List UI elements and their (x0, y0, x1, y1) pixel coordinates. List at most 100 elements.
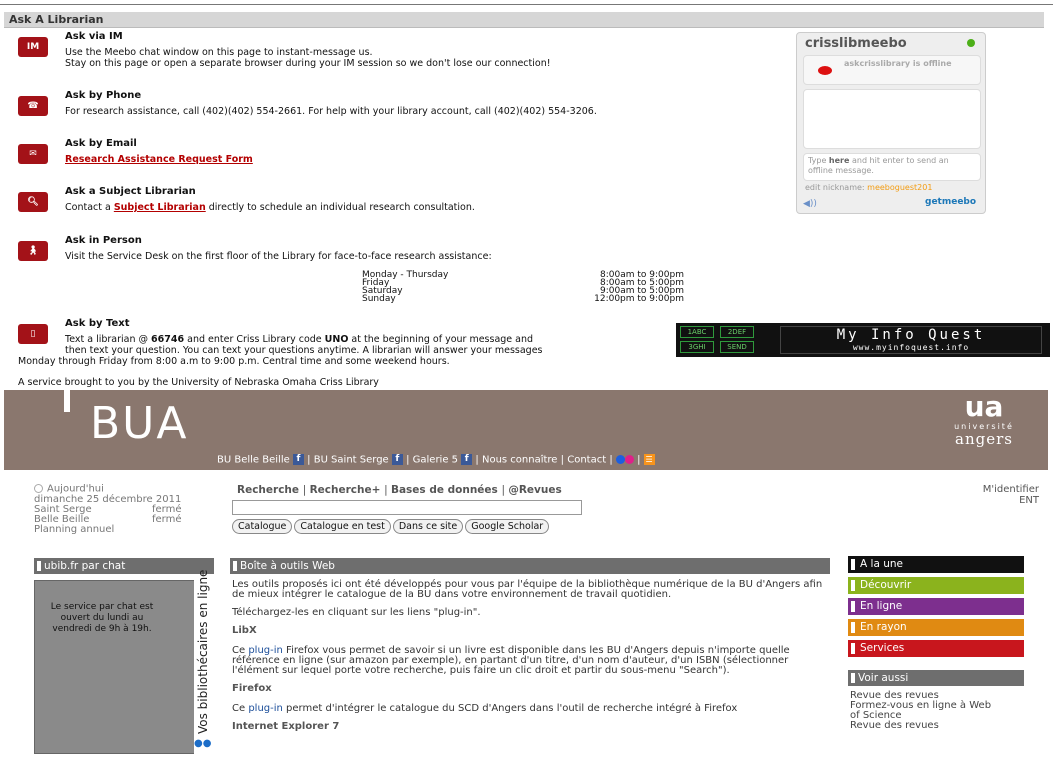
myinfoquest-title: My Info Quest (836, 327, 986, 343)
dans-ce-site-button[interactable]: Dans ce site (392, 519, 464, 534)
today-date: dimanche 25 décembre 2011 (34, 493, 182, 505)
chat-hours-text: Le service par chat est ouvert du lundi … (50, 602, 154, 634)
site-name: Belle Beille (34, 513, 90, 525)
bua-logo[interactable]: BUA (90, 402, 189, 446)
tab-recherche-plus[interactable]: Recherche+ (310, 484, 381, 496)
nav-en-rayon[interactable]: En rayon (848, 619, 1024, 636)
getmeebo-link[interactable]: getmeebo (925, 197, 976, 207)
nav-separator: | (406, 454, 410, 466)
download-paragraph: Téléchargez-les en cliquant sur les lien… (232, 607, 481, 618)
myinfoquest-logo: My Info Quest www.myinfoquest.info (780, 326, 1042, 354)
nav-decouvrir[interactable]: Découvrir (848, 577, 1024, 594)
ask-text-line2: then text your question. You can text yo… (65, 345, 543, 356)
search-input[interactable] (232, 500, 582, 515)
hours-day: Sunday (362, 294, 396, 304)
flickr-icon[interactable] (615, 455, 625, 464)
ask-text-l1a: Text a librarian @ (65, 334, 152, 345)
firefox-pre: Ce (232, 703, 249, 714)
search-tabs: Recherche | Recherche+ | Bases de donnée… (237, 484, 562, 496)
firefox-heading: Firefox (232, 683, 272, 694)
ask-subject-pre: Contact a (65, 202, 114, 213)
bua-header: BUA ua université angers BU Belle Beille… (4, 390, 1048, 470)
voir-aussi-links: Revue des revues Formez-vous en ligne à … (850, 691, 991, 731)
nav-nous-connaitre[interactable]: Nous connaître (482, 455, 558, 466)
nav-a-la-une[interactable]: A la une (848, 556, 1024, 573)
google-scholar-button[interactable]: Google Scholar (465, 519, 550, 534)
login-links: M'identifier ENT (983, 484, 1039, 506)
ent-link[interactable]: ENT (983, 495, 1039, 506)
nav-separator: | (307, 454, 311, 466)
top-border (0, 4, 1053, 5)
nav-separator: | (475, 454, 479, 466)
key-2: 2DEF (720, 326, 754, 338)
nickname-value: meeboguest201 (867, 183, 933, 192)
facebook-icon[interactable]: f (461, 454, 473, 465)
firefox-plugin-link[interactable]: plug-in (248, 703, 283, 714)
rss-icon[interactable]: ☰ (643, 454, 655, 465)
nav-saint-serge[interactable]: BU Saint Serge (314, 455, 389, 466)
ask-subject-post: directly to schedule an individual resea… (205, 202, 475, 213)
libx-paragraph: Ce plug-in Firefox vous permet de savoir… (232, 646, 832, 676)
research-request-form-link[interactable]: Research Assistance Request Form (65, 154, 253, 165)
ua-name: angers (955, 430, 1013, 448)
key-1: 1ABC (680, 326, 714, 338)
ask-text-l1e: at the beginning of your message and (348, 334, 534, 345)
online-status-icon (967, 39, 975, 47)
catalogue-button[interactable]: Catalogue (232, 519, 293, 534)
subject-librarian-link[interactable]: Subject Librarian (114, 202, 206, 213)
phone-icon: ☎ (18, 96, 48, 116)
facebook-icon[interactable]: f (391, 454, 403, 465)
link-revue-des-revues[interactable]: Revue des revues (850, 721, 991, 731)
nav-services[interactable]: Services (848, 640, 1024, 657)
chat-panel-header: ubib.fr par chat (34, 558, 214, 574)
bua-nav: BU Belle Beille f | BU Saint Serge f | G… (217, 454, 655, 466)
ask-email-title: Ask by Email (65, 138, 137, 149)
intro-paragraph: Les outils proposés ici ont été développ… (232, 579, 823, 600)
meebo-status: askcrisslibrary is offline (803, 55, 981, 85)
speaker-icon[interactable]: ◀)) (803, 199, 817, 209)
meebo-message-input[interactable]: Type here and hit enter to send an offli… (803, 153, 981, 181)
nickname-label: edit nickname: (805, 183, 868, 192)
chat-panel[interactable]: Le service par chat est ouvert du lundi … (34, 580, 214, 754)
tab-revues[interactable]: @Revues (508, 484, 561, 496)
nav-galerie-5[interactable]: Galerie 5 (413, 455, 458, 466)
today-label: Aujourd'hui (47, 483, 104, 495)
ask-phone-title: Ask by Phone (65, 90, 142, 101)
nav-en-ligne[interactable]: En ligne (848, 598, 1024, 615)
myinfoquest-banner[interactable]: 1ABC 2DEF 3GHI SEND My Info Quest www.my… (676, 323, 1050, 357)
nav-belle-beille[interactable]: BU Belle Beille (217, 455, 290, 466)
tab-recherche[interactable]: Recherche (237, 484, 299, 496)
main-panel-header: Boîte à outils Web (230, 558, 830, 574)
firefox-post: permet d'intégrer le catalogue du SCD d'… (282, 703, 738, 714)
key-send: SEND (720, 341, 754, 353)
ask-librarian-header: Ask A Librarian (4, 12, 1044, 28)
magnifier-icon: 🔍︎ (18, 192, 48, 212)
meebo-status-text: askcrisslibrary is offline (844, 59, 952, 68)
key-3: 3GHI (680, 341, 714, 353)
catalogue-test-button[interactable]: Catalogue en test (294, 519, 391, 534)
ask-person-text: Visit the Service Desk on the first floo… (65, 251, 492, 262)
ask-im-title: Ask via IM (65, 31, 123, 42)
placeholder-b: here (828, 156, 850, 165)
planning-link[interactable]: Planning annuel (34, 524, 182, 535)
chat-vertical-banner[interactable]: Vos bibliothécaires en ligne ●● (194, 570, 220, 756)
flickr-icon[interactable] (624, 455, 634, 464)
meebo-chat-window (803, 89, 981, 149)
tab-bases-de-donnees[interactable]: Bases de données (391, 484, 498, 496)
facebook-icon[interactable]: f (292, 454, 304, 465)
meebo-nickname[interactable]: edit nickname: meeboguest201 (805, 183, 932, 192)
ua-mark: ua (964, 390, 1004, 423)
identifier-link[interactable]: M'identifier (983, 484, 1039, 495)
nav-contact[interactable]: Contact (567, 455, 606, 466)
clock-icon (34, 484, 43, 493)
im-icon: IM (18, 37, 48, 57)
right-nav: A la une Découvrir En ligne En rayon Ser… (848, 556, 1024, 661)
ask-text-line3: Monday through Friday from 8:00 a.m to 9… (18, 356, 450, 367)
site-name: Saint Serge (34, 503, 92, 515)
text-number: 66746 (151, 334, 185, 345)
universite-angers-logo[interactable]: ua université angers (934, 392, 1034, 452)
site-state: fermé (152, 513, 182, 525)
ie7-heading: Internet Explorer 7 (232, 721, 340, 732)
hours-time: 12:00pm to 9:00pm (594, 294, 684, 304)
ask-text-body: Text a librarian @ 66746 and enter Criss… (65, 334, 543, 356)
